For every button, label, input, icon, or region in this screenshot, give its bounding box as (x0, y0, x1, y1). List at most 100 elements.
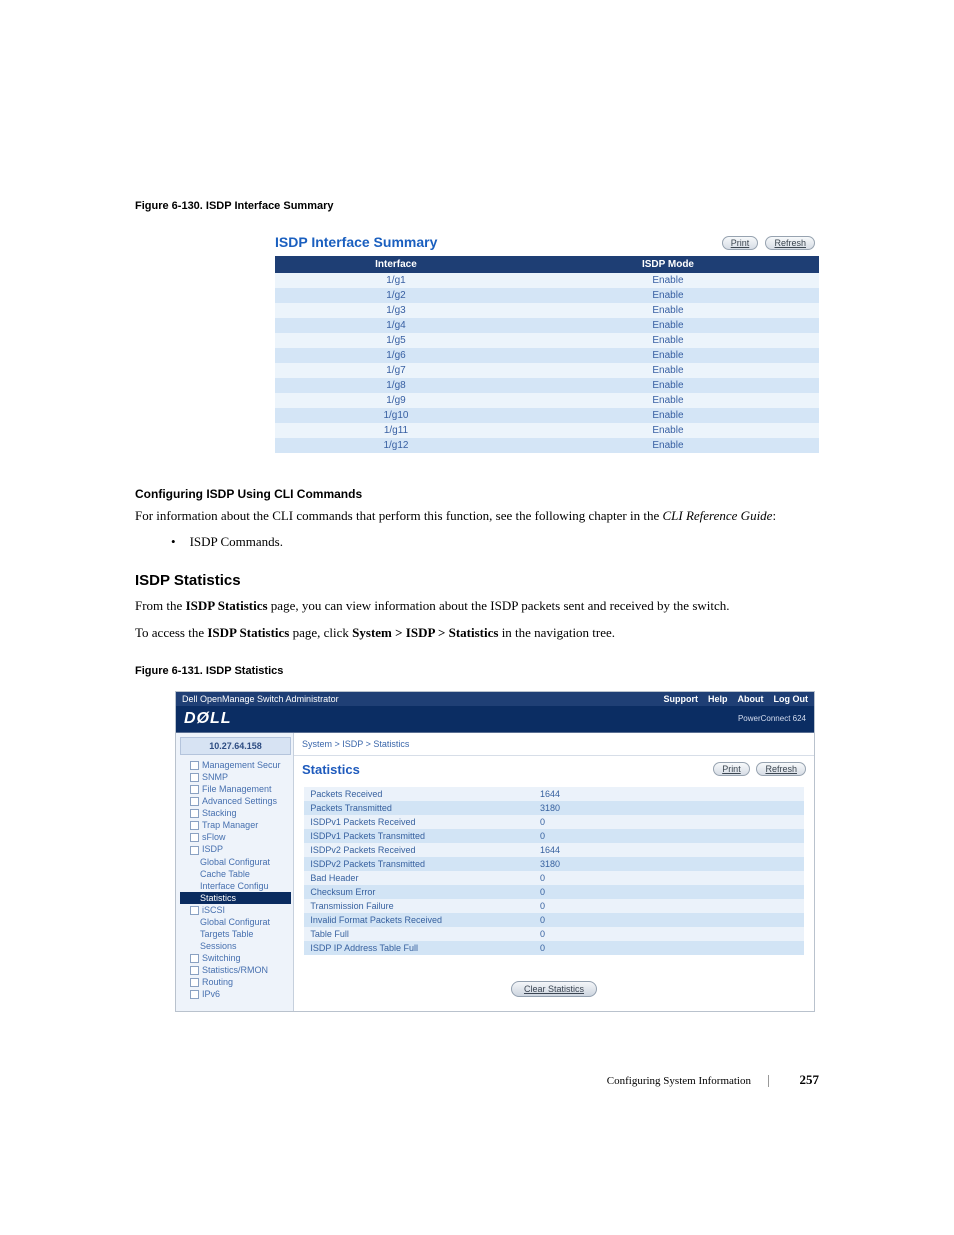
statistics-screenshot: Dell OpenManage Switch Administrator Sup… (175, 691, 815, 1012)
figure-label-1: Figure 6-130. ISDP Interface Summary (135, 200, 819, 212)
cell-mode: Enable (517, 318, 819, 333)
cell-mode: Enable (517, 303, 819, 318)
cli-paragraph: For information about the CLI commands t… (135, 507, 819, 526)
cell-mode: Enable (517, 288, 819, 303)
topbar-link[interactable]: Log Out (774, 694, 809, 704)
table-row: 1/g5Enable (275, 333, 819, 348)
sidebar-item[interactable]: Stacking (180, 807, 291, 819)
print-button[interactable]: Print (722, 236, 759, 250)
stat-value: 0 (534, 885, 804, 899)
stat-name: Packets Received (304, 787, 534, 801)
product-name: PowerConnect 624 (738, 714, 806, 723)
p2d: System > ISDP > Statistics (352, 625, 498, 640)
cell-interface: 1/g5 (275, 333, 517, 348)
cell-mode: Enable (517, 333, 819, 348)
dell-logo: DØLL (184, 710, 232, 728)
table-row: 1/g8Enable (275, 378, 819, 393)
sidebar-item[interactable]: ISDP (180, 843, 291, 855)
p2e: in the navigation tree. (498, 625, 615, 640)
table-row: 1/g9Enable (275, 393, 819, 408)
col-isdp-mode: ISDP Mode (517, 256, 819, 273)
stat-value: 3180 (534, 801, 804, 815)
stats-title: Statistics (302, 762, 360, 777)
sidebar-item[interactable]: sFlow (180, 831, 291, 843)
table-row: 1/g4Enable (275, 318, 819, 333)
refresh-button-2[interactable]: Refresh (756, 762, 806, 776)
cell-interface: 1/g10 (275, 408, 517, 423)
table-row: Table Full0 (304, 927, 803, 941)
table-row: ISDP IP Address Table Full0 (304, 941, 803, 955)
sidebar-item[interactable]: Management Secur (180, 759, 291, 771)
clear-statistics-button[interactable]: Clear Statistics (511, 981, 597, 997)
sidebar-item[interactable]: Interface Configu (180, 880, 291, 892)
cli-subheading: Configuring ISDP Using CLI Commands (135, 487, 819, 501)
topbar-link[interactable]: About (738, 694, 764, 704)
sidebar-item[interactable]: Switching (180, 952, 291, 964)
topbar-link[interactable]: Help (708, 694, 728, 704)
stat-value: 1644 (534, 787, 804, 801)
sidebar-item[interactable]: SNMP (180, 771, 291, 783)
footer-separator (768, 1075, 769, 1087)
stat-name: ISDP IP Address Table Full (304, 941, 534, 955)
sidebar-item[interactable]: Statistics/RMON (180, 964, 291, 976)
bullet-isdp-commands: ISDP Commands. (171, 534, 819, 550)
table-row: 1/g10Enable (275, 408, 819, 423)
isdp-summary-table: Interface ISDP Mode 1/g1Enable1/g2Enable… (275, 256, 819, 453)
stat-value: 1644 (534, 843, 804, 857)
statistics-paragraph-1: From the ISDP Statistics page, you can v… (135, 597, 819, 616)
summary-buttons: Print Refresh (718, 234, 815, 250)
table-row: 1/g1Enable (275, 273, 819, 288)
stat-value: 3180 (534, 857, 804, 871)
table-row: ISDPv2 Packets Received1644 (304, 843, 803, 857)
table-row: Packets Received1644 (304, 787, 803, 801)
p2a: To access the (135, 625, 207, 640)
cell-interface: 1/g1 (275, 273, 517, 288)
sidebar-item[interactable]: IPv6 (180, 988, 291, 1000)
breadcrumb: System > ISDP > Statistics (294, 733, 814, 756)
print-button-2[interactable]: Print (713, 762, 750, 776)
cell-mode: Enable (517, 438, 819, 453)
stat-name: Invalid Format Packets Received (304, 913, 534, 927)
nav-sidebar: 10.27.64.158 Management SecurSNMPFile Ma… (176, 733, 294, 1011)
sidebar-item[interactable]: Routing (180, 976, 291, 988)
stat-name: ISDPv1 Packets Transmitted (304, 829, 534, 843)
stat-name: Transmission Failure (304, 899, 534, 913)
summary-title: ISDP Interface Summary (275, 234, 437, 250)
table-row: ISDPv1 Packets Received0 (304, 815, 803, 829)
app-title: Dell OpenManage Switch Administrator (182, 694, 339, 704)
sidebar-item[interactable]: iSCSI (180, 904, 291, 916)
app-main: System > ISDP > Statistics Statistics Pr… (294, 733, 814, 1011)
sidebar-item[interactable]: Advanced Settings (180, 795, 291, 807)
table-row: Transmission Failure0 (304, 899, 803, 913)
sidebar-item[interactable]: Global Configurat (180, 916, 291, 928)
refresh-button[interactable]: Refresh (765, 236, 815, 250)
sidebar-item[interactable]: File Management (180, 783, 291, 795)
cell-interface: 1/g7 (275, 363, 517, 378)
app-topbar: Dell OpenManage Switch Administrator Sup… (176, 692, 814, 706)
stat-value: 0 (534, 871, 804, 885)
sidebar-item[interactable]: Cache Table (180, 868, 291, 880)
cell-mode: Enable (517, 378, 819, 393)
sidebar-item[interactable]: Sessions (180, 940, 291, 952)
clear-row: Clear Statistics (294, 965, 814, 1011)
cell-interface: 1/g8 (275, 378, 517, 393)
sidebar-item[interactable]: Targets Table (180, 928, 291, 940)
cli-text-a: For information about the CLI commands t… (135, 508, 662, 523)
topbar-link[interactable]: Support (663, 694, 698, 704)
cell-interface: 1/g3 (275, 303, 517, 318)
col-interface: Interface (275, 256, 517, 273)
isdp-summary-screenshot: ISDP Interface Summary Print Refresh Int… (135, 226, 819, 467)
cell-mode: Enable (517, 363, 819, 378)
sidebar-item[interactable]: Trap Manager (180, 819, 291, 831)
table-row: Packets Transmitted3180 (304, 801, 803, 815)
stat-name: Checksum Error (304, 885, 534, 899)
table-row: 1/g6Enable (275, 348, 819, 363)
cell-mode: Enable (517, 408, 819, 423)
stat-value: 0 (534, 829, 804, 843)
table-row: Bad Header0 (304, 871, 803, 885)
stat-value: 0 (534, 815, 804, 829)
cli-ref-guide: CLI Reference Guide (662, 508, 772, 523)
sidebar-item[interactable]: Statistics (180, 892, 291, 904)
sidebar-item[interactable]: Global Configurat (180, 856, 291, 868)
cell-interface: 1/g9 (275, 393, 517, 408)
